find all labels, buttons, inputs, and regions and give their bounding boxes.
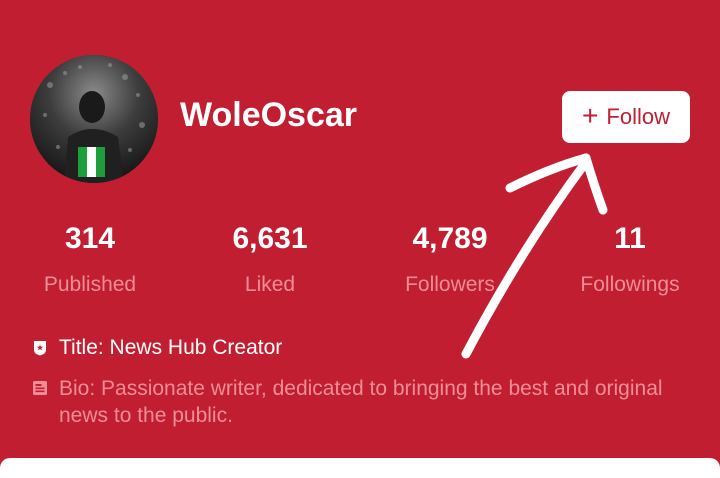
username: WoleOscar: [180, 96, 358, 134]
stat-label: Followings: [580, 273, 680, 296]
stat-followers[interactable]: 4,789 Followers: [360, 222, 540, 298]
document-icon: [33, 381, 47, 395]
badge-icon: [34, 341, 46, 356]
stat-value: 314: [64, 222, 116, 255]
stat-label: Published: [43, 273, 137, 296]
stat-published[interactable]: 314 Published: [0, 222, 180, 298]
stat-followings[interactable]: 11 Followings: [540, 222, 720, 298]
stat-label: Liked: [244, 273, 296, 296]
bio-row: Bio: Passionate writer, dedicated to bri…: [32, 375, 699, 429]
stat-liked[interactable]: 6,631 Liked: [180, 222, 360, 298]
stat-label: Followers: [405, 273, 495, 296]
plus-icon: +: [582, 99, 599, 131]
avatar[interactable]: [30, 55, 158, 183]
bottom-sheet: [0, 458, 720, 478]
bio-text: Bio: Passionate writer, dedicated to bri…: [59, 377, 663, 427]
title-row: Title: News Hub Creator: [32, 335, 282, 361]
follow-label: Follow: [606, 104, 670, 129]
stat-value: 4,789: [412, 222, 488, 255]
stat-value: 11: [614, 222, 646, 255]
creator-title: Title: News Hub Creator: [59, 336, 283, 359]
avatar-photo: [30, 55, 158, 183]
follow-button[interactable]: + Follow: [562, 91, 690, 143]
stat-value: 6,631: [232, 222, 308, 255]
